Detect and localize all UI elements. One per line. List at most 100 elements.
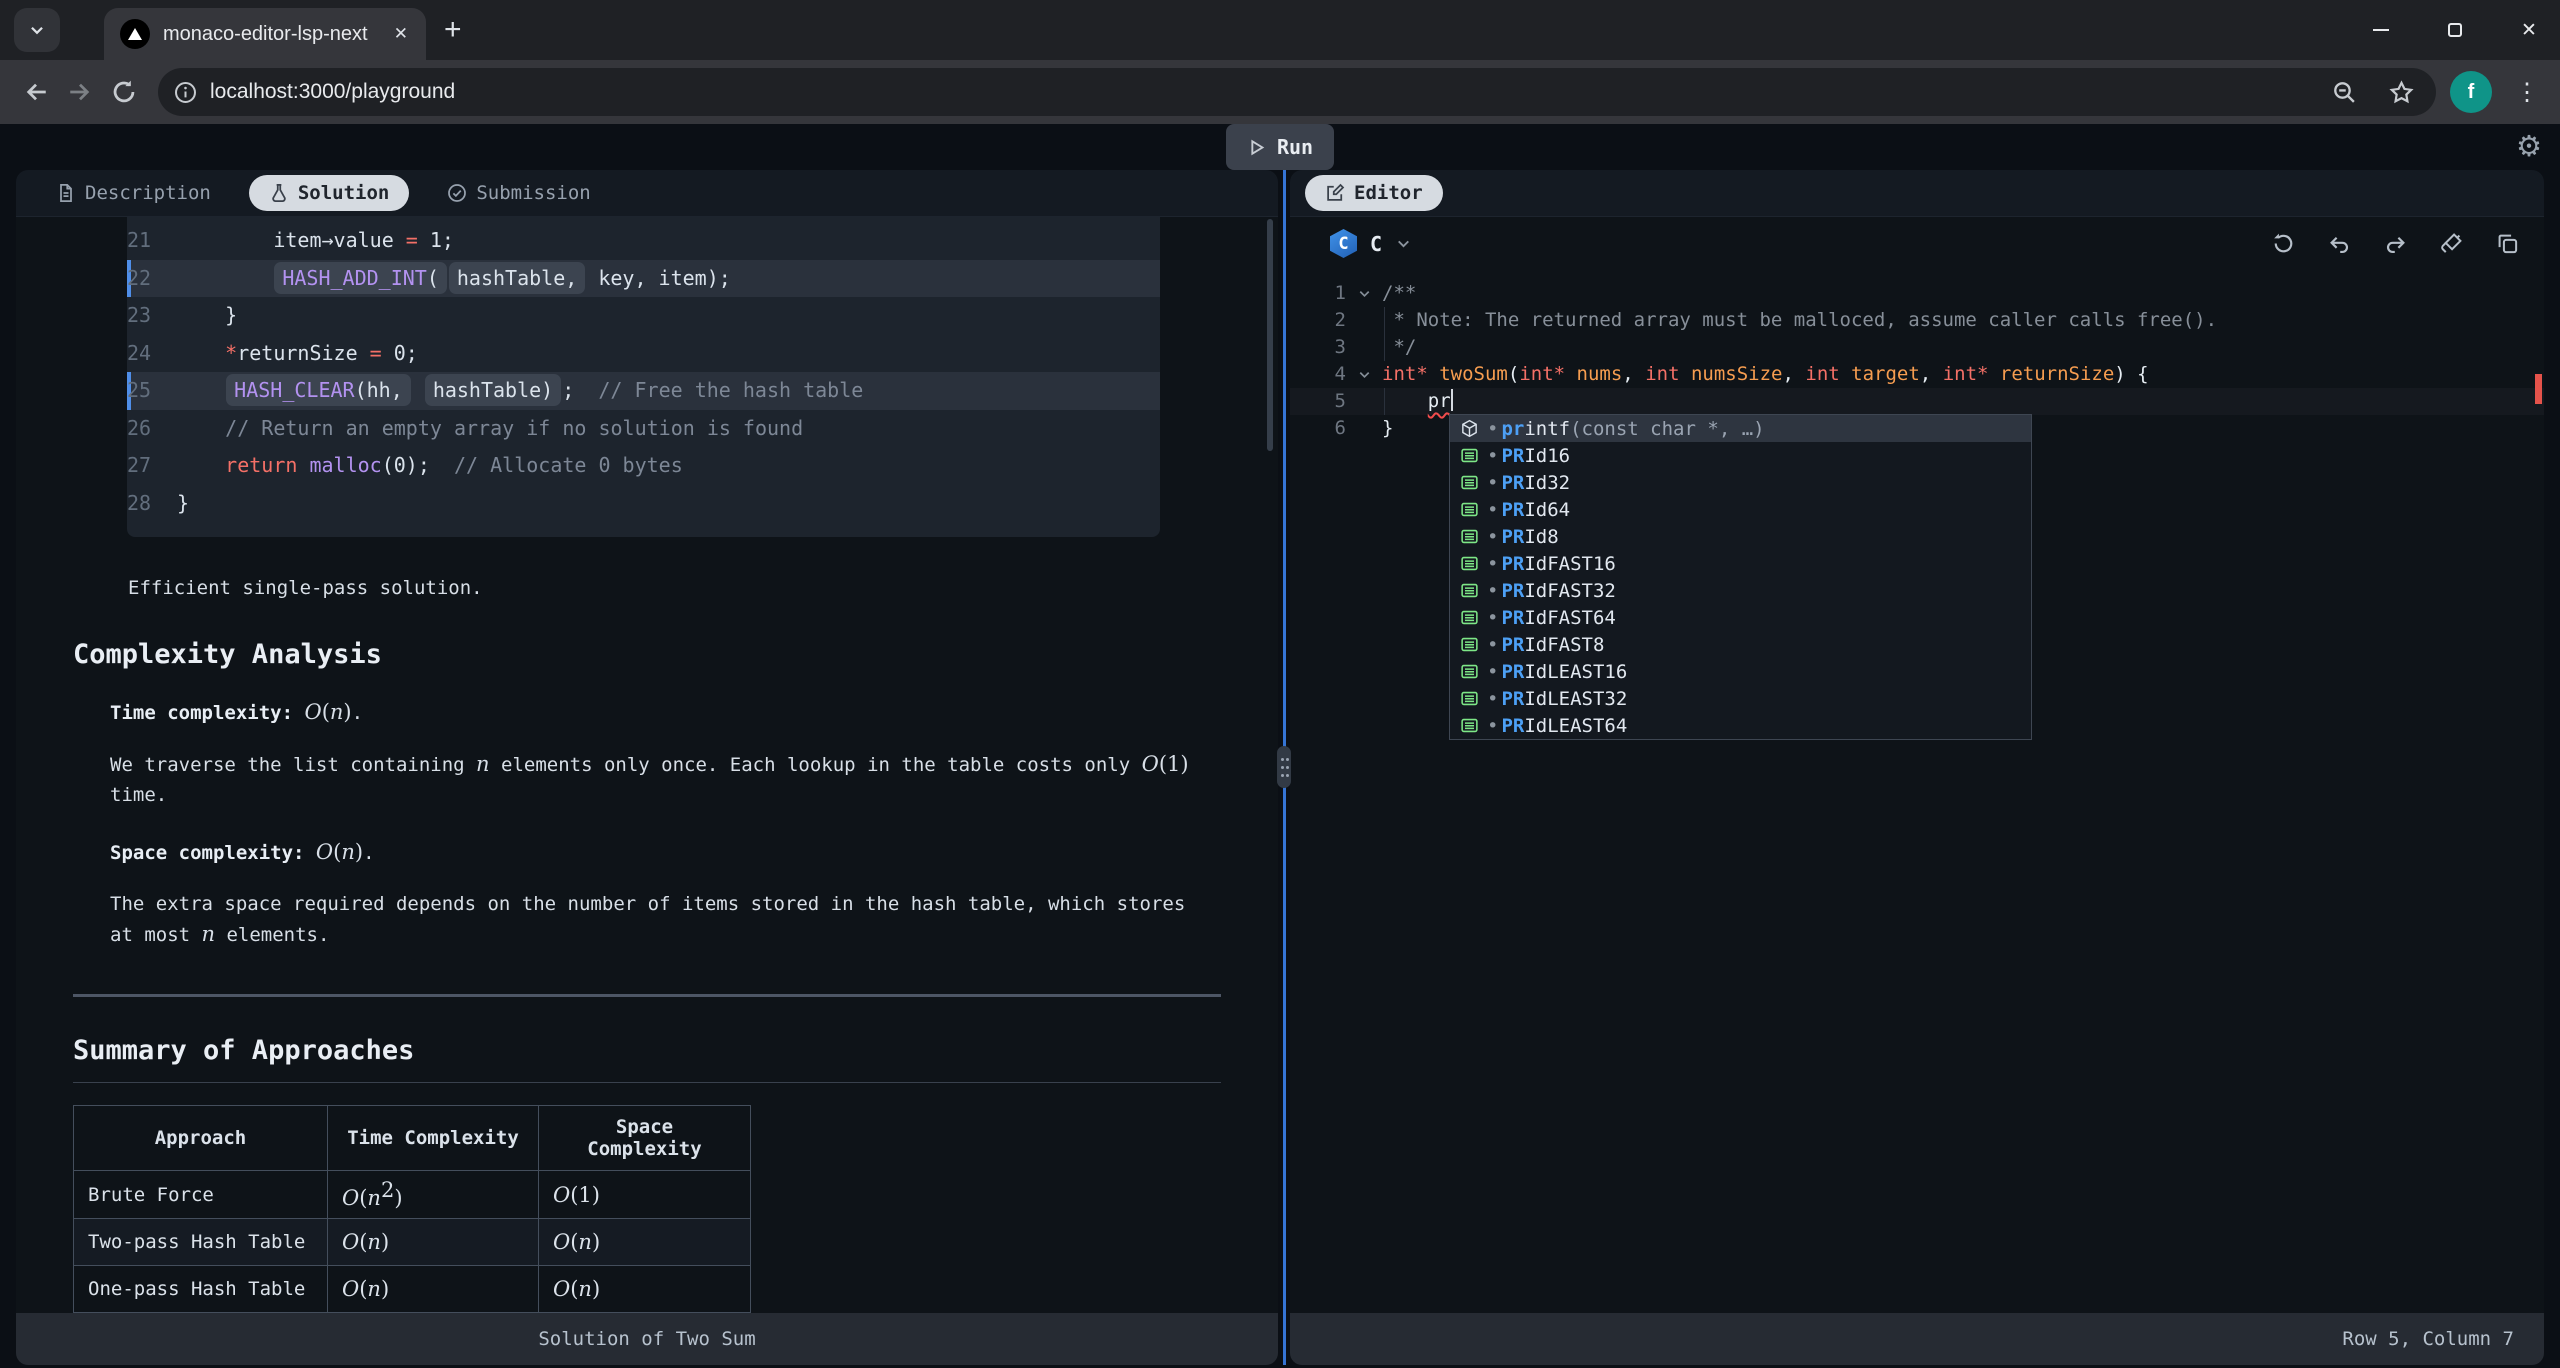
table-cell: O(n) bbox=[328, 1219, 539, 1266]
tab-label: Solution bbox=[298, 182, 390, 204]
suggest-item[interactable]: •PRIdLEAST64 bbox=[1450, 712, 2031, 739]
macro-kind-icon bbox=[1458, 445, 1480, 467]
suggest-item[interactable]: •PRIdFAST32 bbox=[1450, 577, 2031, 604]
fold-toggle[interactable] bbox=[1346, 280, 1382, 307]
table-row: One-pass Hash TableO(n)O(n) bbox=[74, 1266, 751, 1313]
paragraph: Efficient single-pass solution. bbox=[128, 573, 1221, 603]
browser-menu-icon[interactable]: ⋮ bbox=[2512, 78, 2542, 107]
suggest-item[interactable]: •PRId8 bbox=[1450, 523, 2031, 550]
table-header-cell: Space Complexity bbox=[539, 1106, 751, 1171]
suggest-item[interactable]: •PRId16 bbox=[1450, 442, 2031, 469]
suggest-item[interactable]: •PRIdFAST16 bbox=[1450, 550, 2031, 577]
line-number: 3 bbox=[1290, 334, 1346, 361]
fold-toggle[interactable] bbox=[1346, 361, 1382, 388]
table-row: Brute ForceO(n2)O(1) bbox=[74, 1171, 751, 1219]
profile-avatar[interactable]: f bbox=[2450, 71, 2492, 113]
line-number: 23 bbox=[127, 297, 177, 335]
suggest-item[interactable]: •PRIdLEAST32 bbox=[1450, 685, 2031, 712]
url-text[interactable]: localhost:3000/playground bbox=[210, 80, 2332, 104]
playground-app: Run ⚙ Description Solution Submission bbox=[0, 124, 2560, 1368]
suggest-bullet: • bbox=[1487, 499, 1498, 521]
macro-icon bbox=[1460, 473, 1479, 492]
macro-icon bbox=[1460, 689, 1479, 708]
table-cell: O(n) bbox=[328, 1266, 539, 1313]
language-selector[interactable]: C C bbox=[1330, 229, 1412, 258]
zoom-out-icon[interactable] bbox=[2332, 80, 2357, 105]
code-editor[interactable]: 1/**2 * Note: The returned array must be… bbox=[1290, 270, 2544, 1313]
undo-button[interactable] bbox=[2326, 231, 2352, 257]
tab-submission[interactable]: Submission bbox=[447, 182, 590, 204]
new-tab-button[interactable]: + bbox=[444, 15, 462, 45]
tab-search-button[interactable] bbox=[14, 8, 60, 52]
problem-panel: Description Solution Submission 21 item→… bbox=[16, 170, 1278, 1365]
line-number: 1 bbox=[1290, 280, 1346, 307]
paragraph: The extra space required depends on the … bbox=[110, 889, 1192, 950]
section-divider bbox=[73, 994, 1221, 997]
site-info-icon bbox=[174, 81, 197, 104]
suggest-label: intf bbox=[1524, 418, 1570, 440]
complexity-heading: Complexity Analysis bbox=[73, 639, 1221, 670]
resize-grip-icon[interactable] bbox=[1277, 746, 1291, 788]
snippet-cube-icon bbox=[1460, 419, 1479, 438]
macro-icon bbox=[1460, 500, 1479, 519]
line-number: 26 bbox=[127, 410, 177, 448]
macro-icon bbox=[1460, 527, 1479, 546]
fold-chevron-icon bbox=[1357, 286, 1372, 301]
suggest-label: Id16 bbox=[1524, 445, 1570, 467]
copy-code-button[interactable] bbox=[2494, 231, 2520, 257]
suggest-bullet: • bbox=[1487, 553, 1498, 575]
window-maximize-button[interactable] bbox=[2444, 19, 2466, 41]
tab-editor[interactable]: Editor bbox=[1305, 175, 1443, 211]
suggest-detail: (const char *, …) bbox=[1570, 418, 1764, 440]
redo-button[interactable] bbox=[2382, 231, 2408, 257]
run-button[interactable]: Run bbox=[1226, 124, 1334, 170]
table-row: Two-pass Hash TableO(n)O(n) bbox=[74, 1219, 751, 1266]
line-number: 28 bbox=[127, 485, 177, 523]
forward-button[interactable] bbox=[58, 70, 102, 114]
main-split: Description Solution Submission 21 item→… bbox=[0, 170, 2560, 1368]
suggest-item[interactable]: •PRId32 bbox=[1450, 469, 2031, 496]
chevron-down-icon bbox=[1395, 235, 1412, 252]
window-close-button[interactable]: ✕ bbox=[2518, 19, 2540, 41]
table-cell: O(n2) bbox=[328, 1171, 539, 1219]
address-bar[interactable]: localhost:3000/playground bbox=[158, 68, 2436, 116]
reload-button[interactable] bbox=[102, 70, 146, 114]
settings-gear-icon[interactable]: ⚙ bbox=[2516, 133, 2542, 162]
macro-icon bbox=[1460, 635, 1479, 654]
line-content: int* twoSum(int* nums, int numsSize, int… bbox=[1382, 361, 2149, 388]
math-expression: O(n) bbox=[304, 702, 351, 724]
line-content: } bbox=[177, 297, 237, 335]
copy-icon bbox=[2496, 232, 2519, 255]
macro-kind-icon bbox=[1458, 580, 1480, 602]
suggest-item[interactable]: •PRIdFAST64 bbox=[1450, 604, 2031, 631]
format-code-button[interactable] bbox=[2438, 231, 2464, 257]
back-button[interactable] bbox=[14, 70, 58, 114]
scrollbar-thumb[interactable] bbox=[1267, 219, 1273, 451]
math-expression: n bbox=[202, 924, 216, 946]
browser-chrome: monaco-editor-lsp-next ✕ + ✕ localhost:3… bbox=[0, 0, 2560, 124]
tab-solution[interactable]: Solution bbox=[249, 175, 410, 211]
suggest-item[interactable]: •printf(const char *, …) bbox=[1450, 415, 2031, 442]
paragraph: We traverse the list containing n elemen… bbox=[110, 749, 1192, 810]
suggest-item[interactable]: •PRId64 bbox=[1450, 496, 2031, 523]
check-circle-icon bbox=[447, 183, 467, 203]
window-minimize-button[interactable] bbox=[2370, 19, 2392, 41]
suggest-item[interactable]: •PRIdFAST8 bbox=[1450, 631, 2031, 658]
fold-gutter bbox=[1346, 334, 1382, 361]
suggest-bullet: • bbox=[1487, 607, 1498, 629]
line-content: return malloc(0); // Allocate 0 bytes bbox=[177, 447, 683, 485]
editor-line: 1/** bbox=[1290, 280, 2544, 307]
suggest-label: Id32 bbox=[1524, 472, 1570, 494]
suggest-item[interactable]: •PRIdLEAST16 bbox=[1450, 658, 2031, 685]
tab-description[interactable]: Description bbox=[56, 182, 211, 204]
panel-resize-handle[interactable] bbox=[1278, 170, 1290, 1365]
text-cursor bbox=[1451, 389, 1453, 411]
editor-line: 3 */ bbox=[1290, 334, 2544, 361]
reset-code-button[interactable] bbox=[2270, 231, 2296, 257]
browser-tab[interactable]: monaco-editor-lsp-next ✕ bbox=[104, 8, 426, 60]
math-expression: O(n) bbox=[553, 1279, 600, 1301]
suggest-match-text: PR bbox=[1501, 445, 1524, 467]
bookmark-star-icon[interactable] bbox=[2389, 80, 2414, 105]
tab-close-icon[interactable]: ✕ bbox=[390, 22, 412, 46]
suggest-bullet: • bbox=[1487, 661, 1498, 683]
